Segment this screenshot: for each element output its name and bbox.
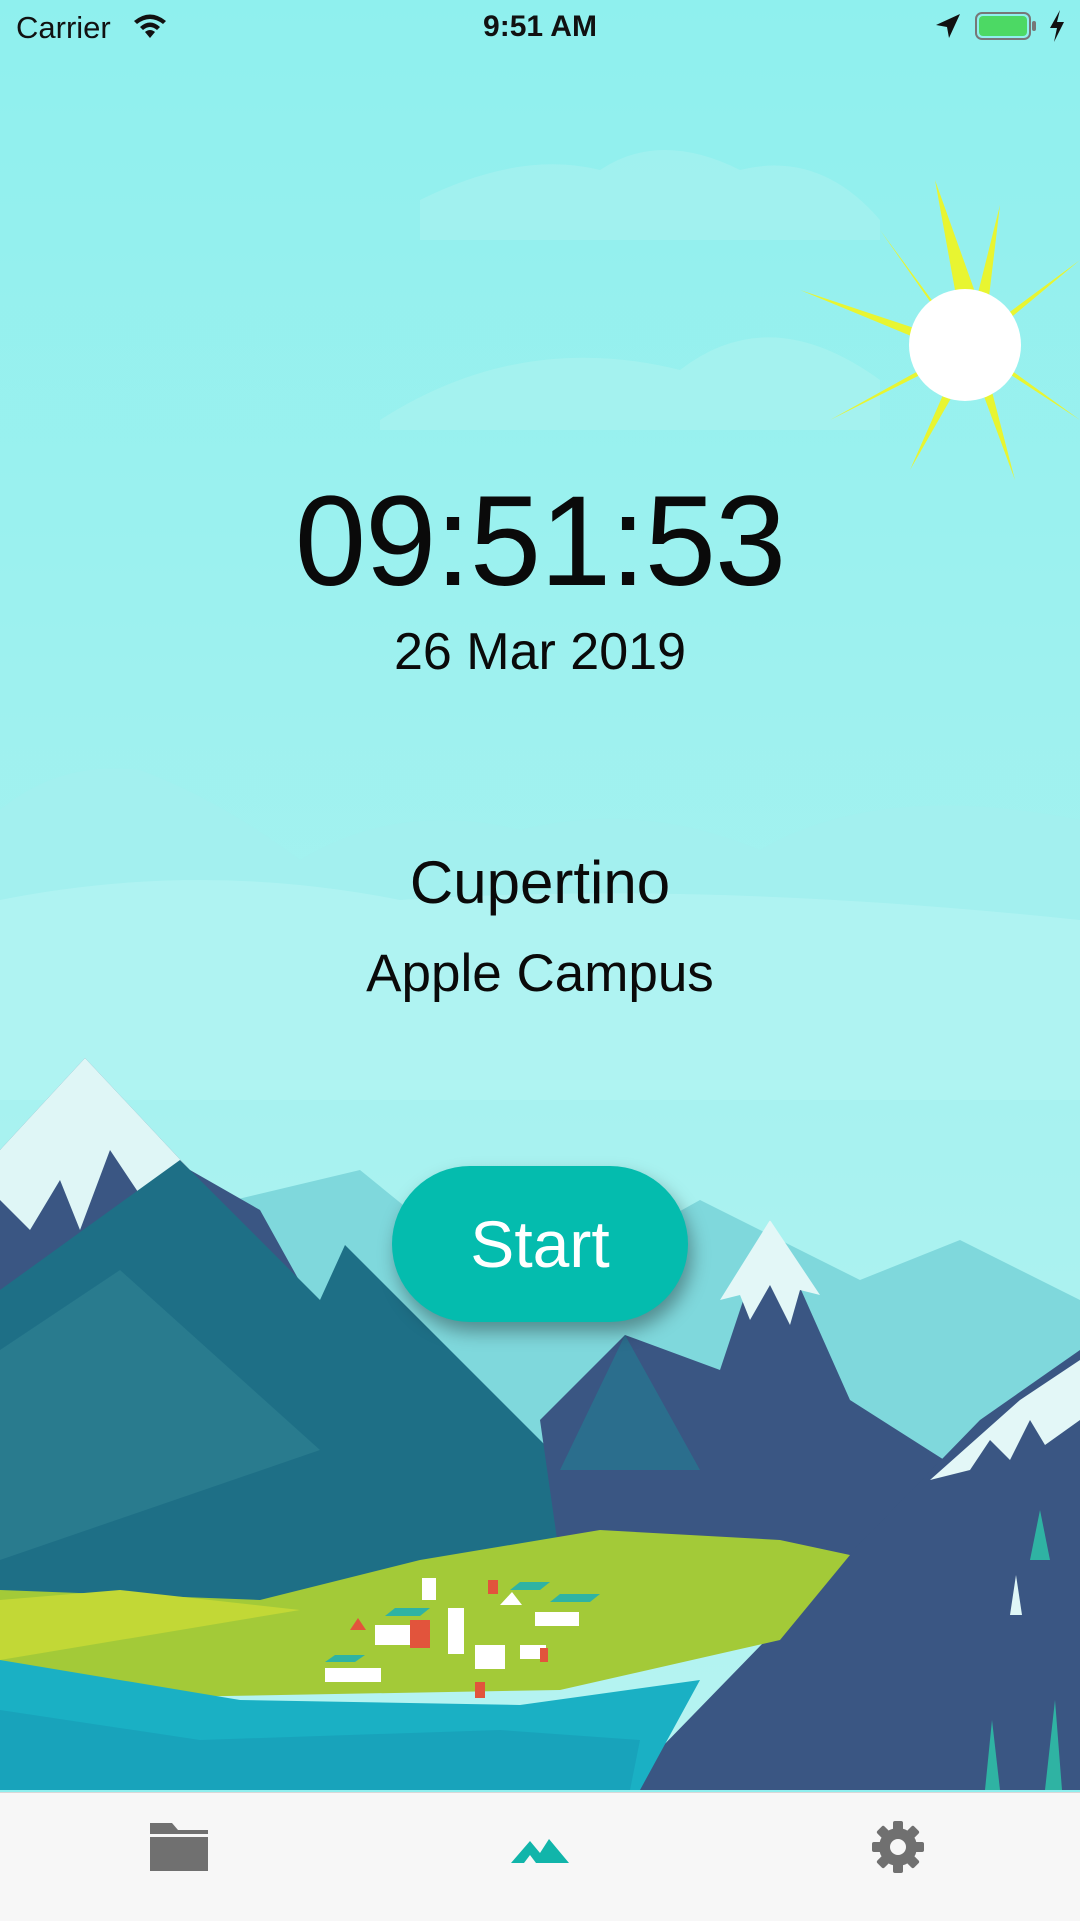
- charging-bolt-icon: [1050, 10, 1064, 42]
- battery-icon: [975, 12, 1036, 40]
- current-time: 09:51:53: [294, 470, 786, 613]
- city-name: Cupertino: [409, 849, 671, 916]
- current-date: 26 Mar 2019: [394, 623, 686, 681]
- mountain-icon: [511, 1839, 569, 1863]
- folder-icon: [150, 1823, 208, 1871]
- tab-settings[interactable]: [858, 1817, 938, 1877]
- location-arrow-icon: [936, 14, 960, 38]
- tab-files[interactable]: [139, 1817, 219, 1877]
- status-bar: Carrier 9:51 AM: [0, 0, 1080, 54]
- gear-icon: [872, 1821, 924, 1873]
- tab-home[interactable]: [500, 1817, 580, 1877]
- start-button[interactable]: Start: [392, 1166, 688, 1322]
- status-time: 9:51 AM: [483, 10, 597, 43]
- tab-bar: [0, 1792, 1080, 1921]
- place-name: Apple Campus: [366, 944, 714, 1003]
